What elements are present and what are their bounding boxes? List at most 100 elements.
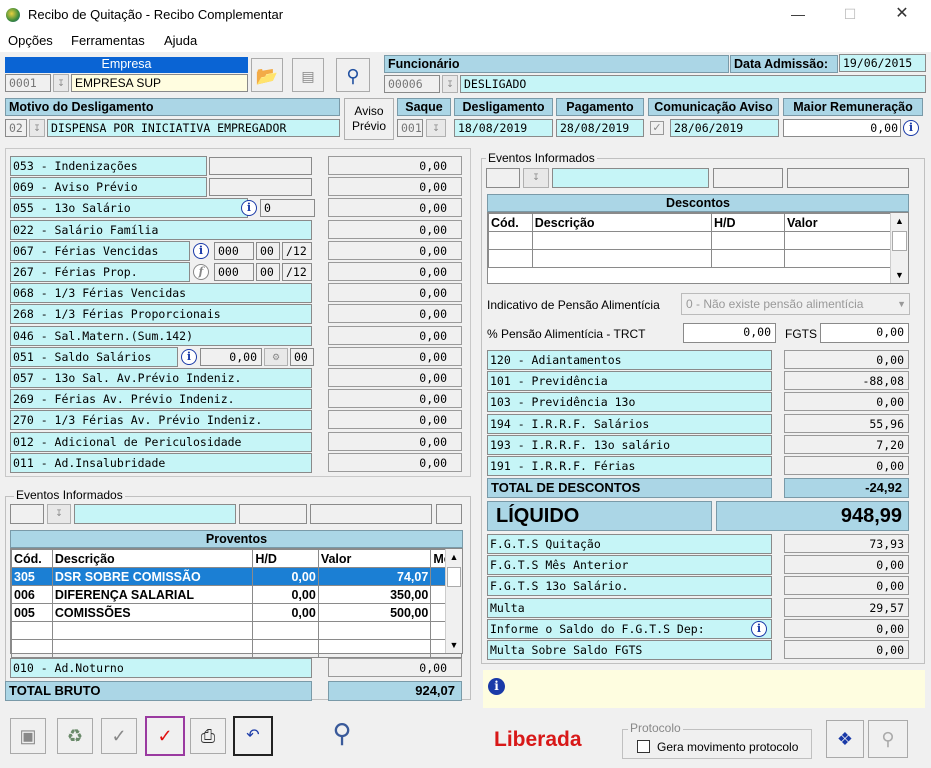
proventos-grid[interactable]: Cód. Descrição H/D Valor Mes 305 DSR SOB… [10,548,463,658]
search-employee-button[interactable]: ⚲ [336,58,370,92]
funcionario-lookup-icon[interactable]: ↧ [442,75,458,93]
close-button[interactable]: ✕ [892,4,912,24]
menu-ajuda[interactable]: Ajuda [164,33,197,48]
save-button[interactable]: ▣ [10,718,46,754]
col-hd[interactable]: H/D [252,549,319,568]
scroll-up-icon[interactable]: ▲ [891,213,908,229]
motivo-code-field[interactable]: 02 [5,119,27,137]
ferias-meses-field[interactable]: 00 [256,263,280,281]
info-icon[interactable]: i [751,621,767,637]
motivo-desc-field[interactable]: DISPENSA POR INICIATIVA EMPREGADOR [47,119,340,137]
desc-col-cod[interactable]: Cód. [488,213,533,232]
ferias-dias-field[interactable]: 000 [214,263,254,281]
fgts-row-value: 0,00 [784,576,909,595]
comunicacao-field[interactable]: 28/06/2019 [670,119,779,137]
col-valor[interactable]: Valor [317,549,432,568]
comunicacao-checkbox[interactable]: ✓ [650,121,664,135]
left-event-label: 270 - 1/3 Férias Av. Prévio Indeniz. [10,410,312,430]
admissao-field[interactable]: 19/06/2015 [839,54,926,72]
table-row[interactable] [488,231,909,250]
scroll-down-icon[interactable]: ▼ [446,637,462,653]
scroll-thumb[interactable] [892,231,907,251]
left-event-value: 0,00 [328,283,462,302]
13o-meses-field[interactable]: 0 [260,199,315,217]
ev-right-lookup-icon[interactable]: ↧ [523,168,549,188]
scroll-thumb[interactable] [447,567,461,587]
fgts-field[interactable]: 0,00 [820,323,909,343]
table-row[interactable]: 305 DSR SOBRE COMISSÃO 0,00 74,07 0 [11,567,462,586]
print-button[interactable]: ⎙ [190,718,226,754]
pagamento-field[interactable]: 28/08/2019 [556,119,644,137]
user-search-button[interactable]: ⚲ [868,720,908,758]
ev-left-code-field[interactable] [10,504,44,524]
left-event-value: 0,00 [328,326,462,345]
table-row[interactable] [488,249,909,268]
funcionario-code-field[interactable]: 00006 [384,75,440,93]
ev-left-desc-field[interactable] [74,504,236,524]
funcionario-name-field[interactable]: DESLIGADO [460,75,926,93]
maximize-button[interactable]: ☐ [840,4,860,24]
descontos-grid[interactable]: Cód. Descrição H/D Valor ▲ ▼ [487,212,909,284]
col-cod[interactable]: Cód. [11,549,53,568]
saldo-salario-field[interactable]: 0,00 [200,348,262,366]
report-button[interactable]: ▤ [292,58,324,92]
saque-lookup-icon[interactable]: ↧ [426,119,446,137]
desc-col-descricao[interactable]: Descrição [531,213,713,232]
desligamento-field[interactable]: 18/08/2019 [454,119,553,137]
ferias-dias-field[interactable]: 000 [214,242,254,260]
gera-protocolo-checkbox[interactable] [637,740,650,753]
table-row[interactable] [11,621,462,640]
table-row[interactable]: 006 DIFERENÇA SALARIAL 0,00 350,00 0 [11,585,462,604]
ev-right-code-field[interactable] [486,168,520,188]
ev-left-valor-field[interactable] [310,504,432,524]
ev-right-desc-field[interactable] [552,168,709,188]
scroll-down-icon[interactable]: ▼ [891,267,908,283]
desc-col-hd[interactable]: H/D [711,213,785,232]
ev-right-hd-field[interactable] [713,168,783,188]
ferias-meses-field[interactable]: 00 [256,242,280,260]
saldo-dias-field[interactable]: 00 [290,348,314,366]
ev-left-mes-field[interactable] [436,504,462,524]
proventos-scrollbar[interactable]: ▲ ▼ [445,549,462,653]
confirm-button[interactable]: ✓ [101,718,137,754]
check-button[interactable]: ✓ [145,716,185,756]
calc-icon[interactable]: ⚙ [264,348,288,366]
ev-left-hd-field[interactable] [239,504,307,524]
aviso-previo-button[interactable]: Aviso Prévio [344,98,394,140]
undo-button[interactable]: ↶ [233,716,273,756]
info-icon[interactable]: i [181,349,197,365]
info-icon[interactable]: i [241,200,257,216]
empresa-name-field[interactable]: EMPRESA SUP [71,74,248,92]
table-row[interactable] [11,639,462,658]
menu-opcoes[interactable]: Opções [8,33,53,48]
pensao-select[interactable]: 0 - Não existe pensão alimentícia ▼ [681,293,910,315]
left-event-extra-field[interactable] [209,178,312,196]
delete-button[interactable]: ♻ [57,718,93,754]
menu-ferramentas[interactable]: Ferramentas [71,33,145,48]
saque-field[interactable]: 001 [397,119,423,137]
col-descricao[interactable]: Descrição [51,549,254,568]
navigate-button[interactable]: ❖ [826,720,864,758]
empresa-code-field[interactable]: 0001 [5,74,51,92]
magnifier-button[interactable]: ⚲ [320,716,364,756]
scroll-up-icon[interactable]: ▲ [446,549,462,565]
table-row[interactable]: 005 COMISSÕES 0,00 500,00 0 [11,603,462,622]
motivo-lookup-icon[interactable]: ↧ [29,119,45,137]
left-event-extra-field[interactable] [209,157,312,175]
window-title: Recibo de Quitação - Recibo Complementar [28,7,284,22]
ev-left-lookup-icon[interactable]: ↧ [47,504,71,524]
ev-right-valor-field[interactable] [787,168,909,188]
maior-rem-field[interactable]: 0,00 [783,119,901,137]
pct-pensao-field[interactable]: 0,00 [683,323,776,343]
descontos-scrollbar[interactable]: ▲ ▼ [890,213,908,283]
formula-icon[interactable]: f [193,264,209,280]
info-icon[interactable]: i [903,120,919,136]
pensao-label: Indicativo de Pensão Alimentícia [487,298,660,312]
status-badge: Liberada [494,728,582,751]
info-icon[interactable]: i [193,243,209,259]
fgts-row-label: F.G.T.S Quitação [487,534,772,554]
open-folder-button[interactable]: 📂 [251,58,283,92]
empresa-lookup-icon[interactable]: ↧ [53,74,69,92]
left-event-value: 0,00 [328,262,462,281]
minimize-button[interactable]: — [788,4,808,24]
